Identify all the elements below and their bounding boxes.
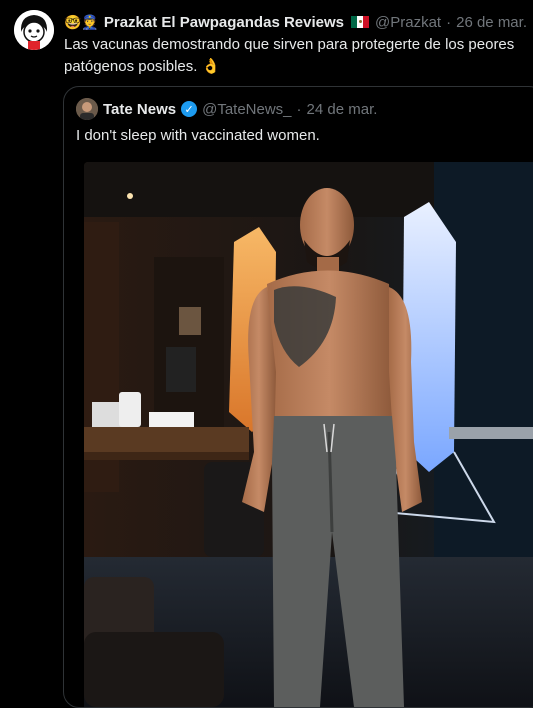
mexico-flag-icon [351, 16, 369, 28]
tweet-text-content: Las vacunas demostrando que sirven para … [64, 36, 515, 75]
quoted-date[interactable]: 24 de mar. [307, 101, 378, 118]
author-emojis: 🤓👮 [64, 14, 99, 30]
quoted-photo[interactable] [84, 162, 533, 707]
tweet-header: 🤓👮 Prazkat El Pawpagandas Reviews @Prazk… [64, 11, 527, 33]
author-handle[interactable]: @Prazkat [375, 14, 441, 31]
quoted-author-avatar[interactable] [76, 98, 98, 120]
avatar-photo-icon [76, 98, 98, 120]
tweet-text: Las vacunas demostrando que sirven para … [64, 34, 526, 78]
avatar-cartoon-icon [14, 10, 54, 50]
verified-badge-icon: ✓ [181, 101, 198, 117]
tweet[interactable]: 🤓👮 Prazkat El Pawpagandas Reviews @Prazk… [0, 0, 533, 708]
photo-image-icon [84, 162, 533, 707]
author-name[interactable]: Prazkat El Pawpagandas Reviews [104, 14, 344, 31]
quoted-text: I don't sleep with vaccinated women. [76, 127, 320, 144]
author-avatar[interactable] [14, 10, 54, 50]
separator-dot: · [446, 13, 452, 31]
tweet-date[interactable]: 26 de mar. [456, 14, 527, 31]
quoted-author-name[interactable]: Tate News [103, 101, 176, 118]
ok-hand-emoji: 👌 [201, 58, 221, 75]
quoted-separator-dot: · [296, 100, 302, 118]
quoted-author-handle[interactable]: @TateNews_ [202, 101, 291, 118]
quoted-tweet[interactable]: Tate News ✓ @TateNews_ · 24 de mar. I do… [63, 86, 533, 708]
quoted-header: Tate News ✓ @TateNews_ · 24 de mar. [76, 98, 533, 120]
